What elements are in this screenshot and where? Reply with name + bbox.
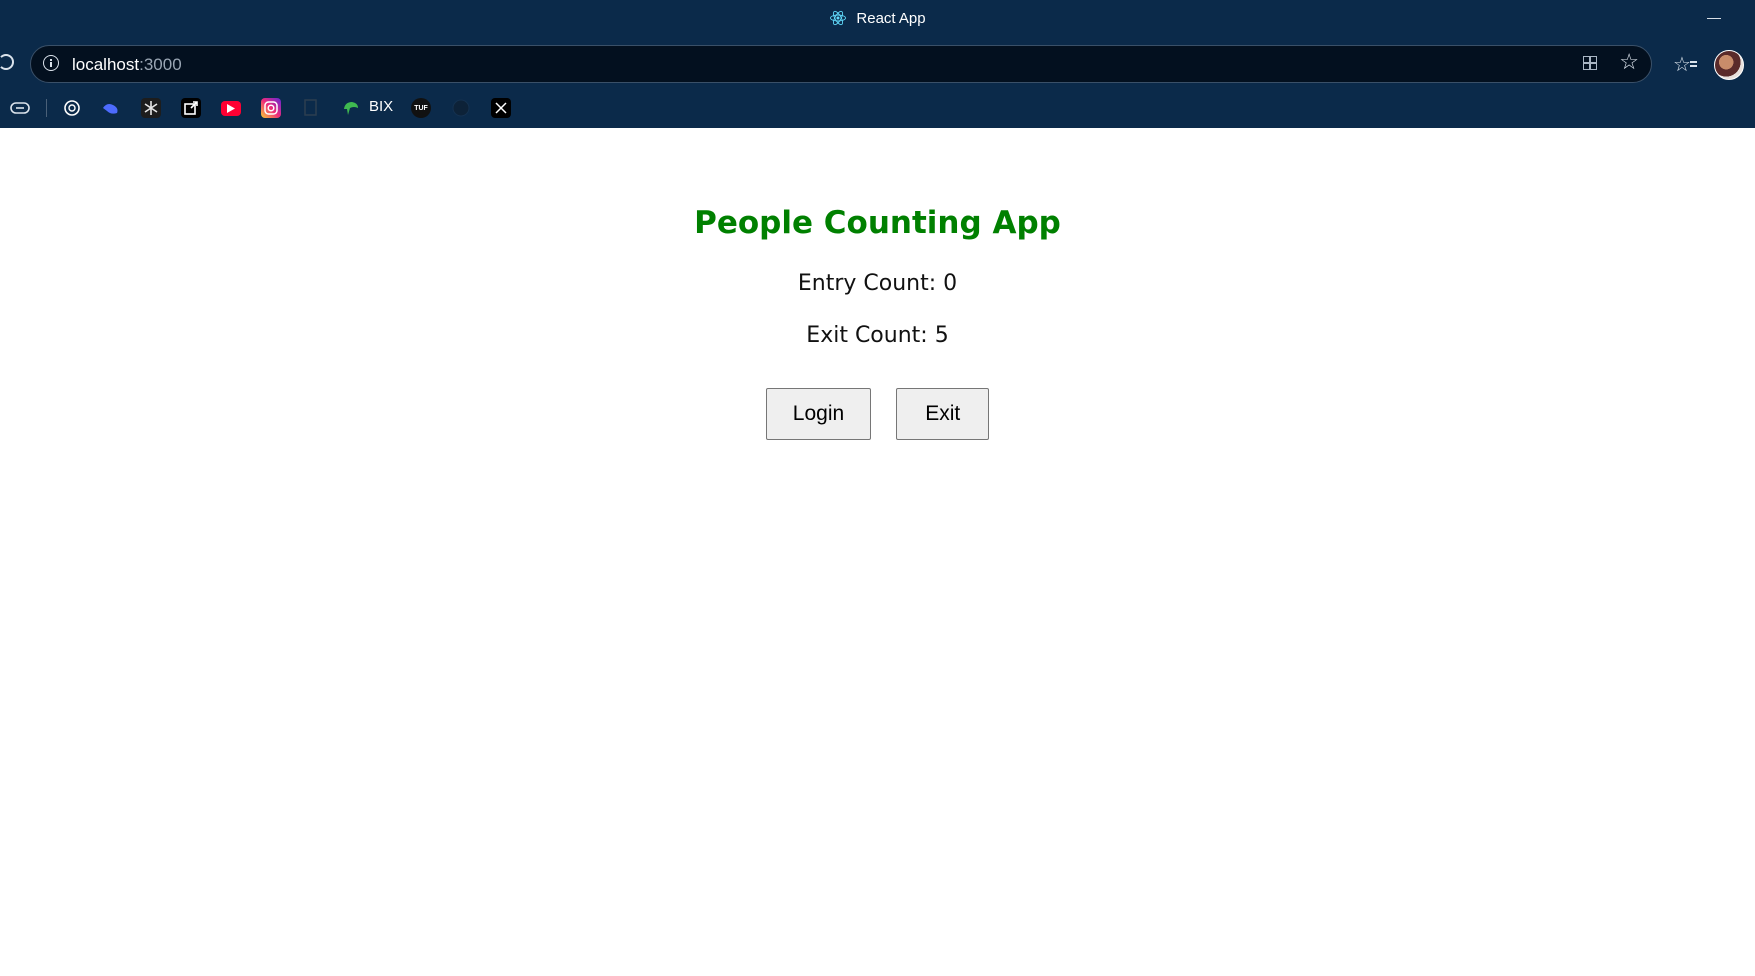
instagram-icon[interactable]	[261, 98, 281, 118]
bix-icon[interactable]	[341, 98, 361, 118]
bookmarks-bar: BIX TUF	[0, 96, 1755, 120]
site-info-icon[interactable]	[43, 55, 59, 71]
star-icon[interactable]: ☆	[1619, 51, 1639, 73]
bix-label[interactable]: BIX	[369, 98, 393, 115]
perplexity-icon[interactable]	[141, 98, 161, 118]
url-text[interactable]: localhost:3000	[72, 55, 182, 75]
login-button[interactable]: Login	[765, 388, 872, 440]
page-content: People Counting App Entry Count: 0 Exit …	[0, 128, 1755, 976]
url-host: localhost	[72, 55, 140, 74]
generic-page-icon[interactable]	[301, 98, 321, 118]
entry-count-text: Entry Count: 0	[797, 271, 958, 296]
minimize-icon[interactable]	[1707, 18, 1721, 19]
exit-button[interactable]: Exit	[896, 388, 990, 440]
action-buttons: Login Exit	[0, 388, 1755, 440]
github-icon[interactable]	[451, 98, 471, 118]
page-title: People Counting App	[694, 205, 1061, 241]
bookmarks-divider	[46, 99, 47, 117]
window-title: React App	[856, 9, 926, 27]
tuf-icon[interactable]: TUF	[411, 98, 431, 118]
x-icon[interactable]	[491, 98, 511, 118]
chatgpt-icon[interactable]	[62, 98, 82, 118]
exit-count-text: Exit Count: 5	[806, 323, 949, 348]
app-available-icon[interactable]	[1583, 56, 1597, 70]
browser-chrome: React App localhost:3000 ☆ ☆ BIX TUF	[0, 0, 1755, 128]
deepseek-icon[interactable]	[101, 98, 121, 118]
url-port: :3000	[139, 55, 182, 74]
favorites-icon[interactable]: ☆	[1673, 52, 1697, 77]
youtube-icon[interactable]	[221, 101, 241, 116]
tuf-label: TUF	[414, 104, 428, 112]
title-bar: React App	[0, 0, 1755, 40]
react-icon	[830, 10, 847, 26]
tab-actions-icon[interactable]	[10, 98, 30, 118]
address-bar[interactable]: localhost:3000 ☆	[30, 45, 1652, 83]
avatar[interactable]	[1714, 50, 1744, 80]
reload-icon[interactable]	[0, 54, 14, 70]
external-link-icon[interactable]	[181, 98, 201, 118]
